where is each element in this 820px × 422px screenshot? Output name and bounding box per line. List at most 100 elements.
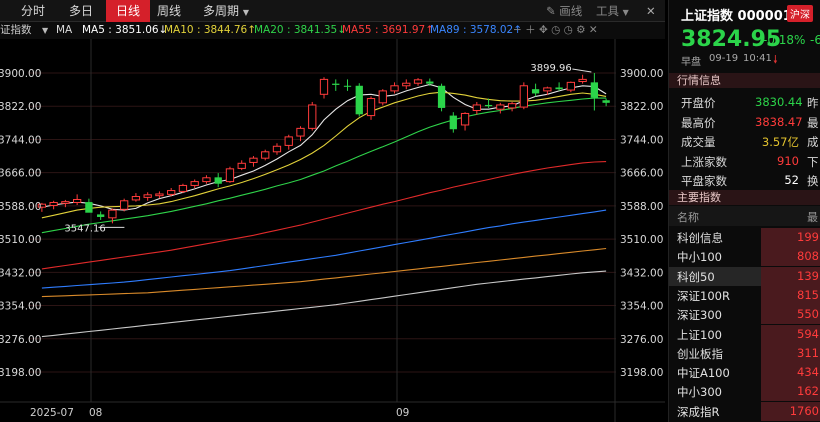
market-info-row: 最高价 3838.47 最: [669, 113, 820, 132]
index-value: 311: [761, 343, 820, 363]
kline-chart[interactable]: 3900.00 3822.00 3744.00 3666.00 3588.00 3510.…: [0, 39, 665, 422]
candle-body-up: [167, 190, 176, 195]
row-next-label: 成: [807, 135, 819, 149]
tab-intraday[interactable]: 分时: [8, 0, 58, 22]
index-row[interactable]: 深证100R 815: [669, 285, 820, 305]
index-name: 中证A100: [677, 366, 730, 381]
y-tick-label-left: 3354.00: [0, 301, 41, 313]
ma10-line: [41, 91, 607, 219]
candle-body-up: [225, 168, 235, 183]
close-button[interactable]: ✕: [646, 0, 656, 22]
candle-body-up: [49, 201, 58, 206]
candle-body-down: [97, 214, 105, 217]
candle-body-up: [237, 162, 246, 169]
candle-body-up: [519, 85, 528, 108]
index-row[interactable]: 中证A100 434: [669, 363, 820, 383]
row-value: 3830.44: [755, 95, 803, 109]
index-row[interactable]: 创业板指 311: [669, 343, 820, 363]
index-row[interactable]: 深证300 550: [669, 305, 820, 325]
index-value: 434: [761, 363, 820, 383]
candle-body-up: [284, 136, 293, 146]
ma89-value: MA89 : 3578.02↑: [430, 24, 523, 36]
change-amount: -6: [810, 33, 820, 47]
row-value: 3838.47: [755, 114, 803, 129]
row-next-label: 昨: [807, 96, 819, 110]
y-tick-label-right: 3354.00: [620, 301, 663, 313]
y-tick-label-left: 3900.00: [0, 68, 41, 80]
tools-button[interactable]: 工具 ▼: [596, 0, 629, 22]
market-info-row: 开盘价 3830.44 昨: [669, 93, 820, 112]
row-label: 开盘价: [681, 96, 716, 110]
quote-panel: 上证指数 000001 沪深 3824.95 -0.18% -6 早盘 09-1…: [668, 0, 820, 422]
market-info-row: 上涨家数 910 下: [669, 152, 820, 171]
index-row[interactable]: 中小100 808: [669, 247, 820, 267]
y-tick-label-left: 3432.00: [0, 267, 41, 279]
high-marker-label: 3899.96: [530, 63, 571, 74]
y-tick-label-left: 3276.00: [0, 334, 41, 346]
row-next-label: 最: [807, 115, 819, 130]
index-value: 550: [761, 305, 820, 325]
candle-body-up: [496, 104, 505, 110]
x-axis: 2025-07 08 09: [30, 407, 409, 419]
index-row[interactable]: 上证100 594: [669, 324, 820, 344]
column-value: 最: [807, 211, 818, 224]
candle-body-down: [437, 85, 446, 108]
index-name: 科创信息: [677, 231, 723, 245]
candle-body-down: [449, 115, 457, 130]
index-row[interactable]: 科创50 139: [669, 266, 820, 286]
y-tick-label-left: 3822.00: [0, 101, 41, 113]
candle-body-up: [190, 181, 199, 186]
x-tick-label: 2025-07: [30, 407, 74, 419]
y-axis-right: 3900.00 3822.00 3744.00 3666.00 3588.00 3510.…: [620, 68, 663, 379]
tab-weekly[interactable]: 周线: [152, 0, 186, 22]
ma55-line: [41, 161, 607, 270]
y-tick-label-right: 3510.00: [620, 234, 663, 246]
candle-body-up: [72, 199, 82, 203]
candle-body-down: [214, 177, 222, 184]
ma20-line: [41, 97, 607, 234]
candle-body-up: [507, 103, 517, 109]
candle-body-up: [249, 157, 258, 163]
y-tick-label-left: 3510.00: [0, 234, 41, 246]
tab-multi-period[interactable]: 多周期 ▼: [192, 0, 260, 22]
y-tick-label-right: 3666.00: [620, 168, 663, 180]
period-toolbar: 分时 多日 日线 周线 多周期 ▼ ✎ 画线 工具 ▼ ✕: [0, 0, 665, 22]
candle-body-up: [402, 82, 411, 87]
chevron-down-icon: ▼: [622, 8, 629, 17]
candle-body-down: [484, 104, 493, 107]
tab-multi-day[interactable]: 多日: [58, 0, 104, 22]
index-row[interactable]: 科创信息 199: [669, 228, 820, 247]
index-row[interactable]: 中小300 162: [669, 382, 820, 402]
y-tick-label-right: 3822.00: [620, 101, 663, 113]
tab-multi-period-label: 多周期: [203, 4, 240, 18]
candle-body-up: [272, 145, 282, 153]
index-value: 1760: [761, 401, 820, 421]
ma20-value: MA20 : 3841.35↓: [254, 24, 347, 36]
main-indices-header: 主要指数: [669, 190, 820, 205]
candle-body-up: [390, 85, 399, 92]
ma-selector[interactable]: MA: [56, 22, 72, 39]
chart-control-icons[interactable]: − ＋ ✥ ◷ ◷ ⚙ ✕: [513, 22, 598, 39]
row-label: 平盘家数: [681, 174, 727, 188]
chevron-down-icon[interactable]: ▼: [42, 22, 48, 39]
moving-average-lines: [41, 83, 607, 338]
draw-line-label: 画线: [559, 4, 583, 18]
market-badge: 沪深: [787, 5, 813, 22]
row-value: 52: [784, 173, 799, 187]
y-tick-label-right: 3276.00: [620, 334, 663, 346]
candle-body-down: [602, 100, 610, 103]
column-name: 名称: [677, 211, 699, 224]
y-tick-label-left: 3666.00: [0, 168, 41, 180]
draw-line-button[interactable]: ✎ 画线: [546, 0, 582, 22]
candle-body-up: [296, 127, 305, 137]
tab-daily[interactable]: 日线: [106, 0, 150, 22]
index-row[interactable]: 深成指R 1760: [669, 401, 820, 421]
index-name: 创业板指: [677, 346, 723, 361]
chevron-down-icon: ▼: [242, 8, 249, 17]
stock-title: 上证指数 000001: [681, 9, 792, 24]
row-label: 成交量: [681, 135, 716, 149]
candle-body-up: [472, 104, 481, 111]
index-name: 中小300: [677, 385, 722, 400]
candle-body-up: [578, 78, 587, 83]
index-name: 深证100R: [677, 288, 730, 303]
